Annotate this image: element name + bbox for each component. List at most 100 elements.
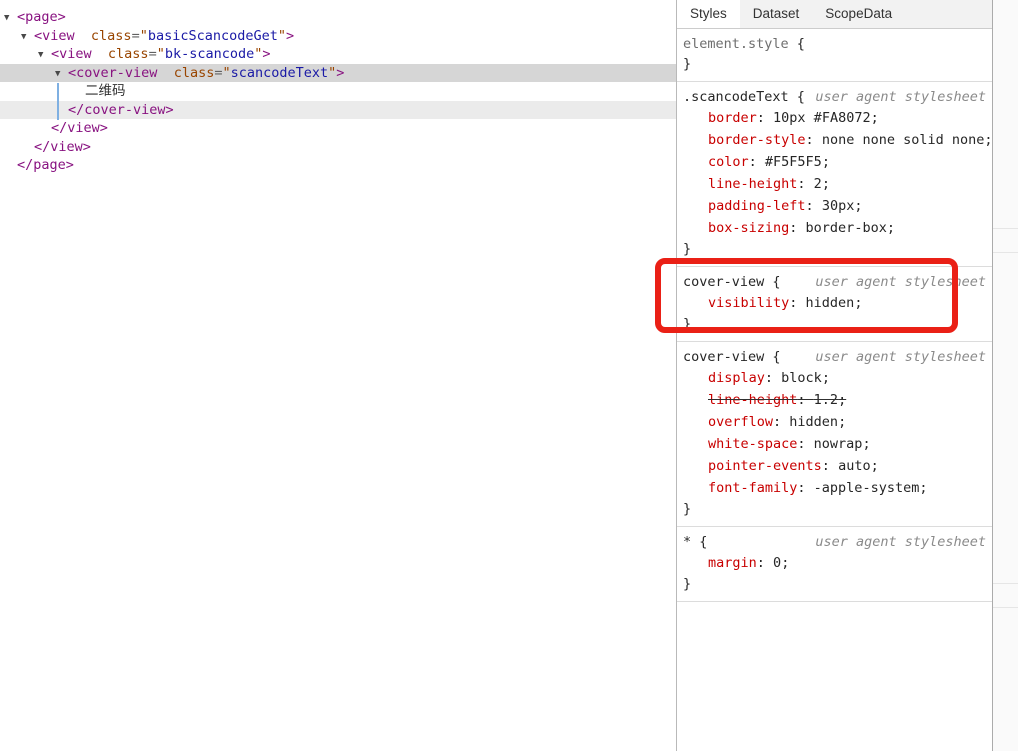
scrollbar[interactable] [992,0,1018,751]
rule-header: user agent stylesheet cover-view { [683,349,986,365]
dom-tree-row[interactable]: 二维码 [0,82,676,101]
quote: " [139,27,148,44]
quote: " [277,27,287,44]
css-declaration[interactable]: color: #F5F5F5; [683,151,986,173]
property-name: line-height [708,176,798,192]
tag-open-bracket: < [51,46,60,62]
closing-tag: </view> [34,138,91,155]
css-declaration[interactable]: white-space: nowrap; [683,433,986,455]
devtools-root: ▼ <page> ▼ <view class="basicScancodeGet"> ▼… [0,0,1018,751]
tag-name: page [25,9,58,25]
property-value: -apple-system [813,480,920,496]
dom-tree-row[interactable]: </view> [0,119,676,138]
style-rule: user agent stylesheet cover-view {display… [677,342,992,527]
styles-panel: Styles Dataset ScopeData element.style {} u… [677,0,992,751]
css-declaration[interactable]: border: 10px #FA8072; [683,107,986,129]
rule-selector[interactable]: cover-view [683,349,764,365]
expand-arrow-icon[interactable]: ▼ [55,65,68,84]
rule-header: user agent stylesheet .scancodeText { [683,89,986,105]
tag-close-bracket: > [262,46,271,62]
tag-open-bracket: < [34,27,43,44]
tag-open-bracket: < [17,9,26,25]
child-guide-line [57,83,59,120]
tag-name: view [42,27,75,44]
property-name: box-sizing [708,220,790,236]
css-declaration[interactable]: line-height: 2; [683,173,986,195]
quote: " [156,46,165,62]
css-declaration[interactable]: visibility: hidden; [683,292,986,314]
css-declaration[interactable]: pointer-events: auto; [683,455,986,477]
quote: " [222,64,231,81]
rule-selector[interactable]: * [683,534,691,550]
styles-tabbar: Styles Dataset ScopeData [677,0,992,29]
css-declaration[interactable]: padding-left: 30px; [683,195,986,217]
closing-brace: } [683,241,692,257]
property-name: pointer-events [708,458,822,474]
css-declaration[interactable]: margin: 0; [683,552,986,574]
tag-open-bracket: < [68,64,77,81]
property-value: hidden [805,295,855,311]
attribute-value: scancodeText [230,64,329,81]
css-declaration[interactable]: border-style: none none solid none; [683,129,992,151]
css-declaration[interactable]: display: block; [683,367,986,389]
dom-tree-row[interactable]: </cover-view> [0,100,676,119]
closing-brace: } [683,576,692,592]
expand-arrow-icon[interactable]: ▼ [21,28,34,47]
stylesheet-origin: user agent stylesheet [815,534,986,550]
property-name: padding-left [708,198,806,214]
expand-arrow-icon[interactable]: ▼ [38,46,51,65]
property-name: margin [708,555,757,571]
stylesheet-origin: user agent stylesheet [815,274,986,290]
dom-tree-row[interactable]: ▼ <cover-view class="scancodeText"> [0,63,676,84]
property-name: font-family [708,480,798,496]
closing-brace: } [683,501,692,517]
attribute-name: class [107,46,149,62]
dom-tree-row[interactable]: ▼ <page> [0,8,676,27]
tab-dataset[interactable]: Dataset [740,0,813,28]
css-declaration[interactable]: line-height: 1.2; [683,389,986,411]
rule-selector[interactable]: element.style [683,36,789,52]
elements-panel: ▼ <page> ▼ <view class="basicScancodeGet"> ▼… [0,0,677,751]
property-value: 10px #FA8072 [773,110,871,126]
property-value: 30px [821,198,855,214]
stylesheet-origin: user agent stylesheet [815,349,986,365]
property-value: auto [838,458,871,474]
style-rule: user agent stylesheet .scancodeText {bord… [677,82,992,267]
property-value: 2 [813,176,822,192]
dom-tree-row[interactable]: ▼ <view class="bk-scancode"> [0,45,676,64]
closing-tag: </cover-view> [68,101,174,118]
property-name: border-style [708,132,806,148]
tag-close-bracket: > [57,9,66,25]
rule-selector[interactable]: .scancodeText [683,89,789,105]
attribute-value: basicScancodeGet [147,27,278,44]
scrollbar-mark [993,607,1018,608]
css-declaration[interactable]: box-sizing: border-box; [683,217,986,239]
property-value: 0 [773,555,782,571]
stylesheet-origin: user agent stylesheet [815,89,986,105]
property-value: block [781,370,822,386]
property-name: overflow [708,414,774,430]
property-value: hidden [789,414,839,430]
attribute-value: bk-scancode [164,46,255,62]
tab-styles[interactable]: Styles [677,0,740,28]
scrollbar-mark [993,252,1018,253]
scrollbar-mark [993,228,1018,229]
rule-selector[interactable]: cover-view [683,274,764,290]
tag-close-bracket: > [336,64,345,81]
css-declaration[interactable]: overflow: hidden; [683,411,986,433]
property-value: none none solid none [821,132,985,148]
dom-tree-row[interactable]: </page> [0,156,676,175]
property-value: border-box [805,220,887,236]
expand-arrow-icon[interactable]: ▼ [4,9,17,28]
tag-name: cover-view [76,64,158,81]
tag-name: view [59,46,92,62]
property-name: border [708,110,757,126]
dom-tree-row[interactable]: ▼ <view class="basicScancodeGet"> [0,27,676,46]
css-declaration[interactable]: font-family: -apple-system; [683,477,986,499]
style-rule: user agent stylesheet cover-view {visibil… [677,267,992,342]
closing-brace: } [683,56,692,72]
dom-tree-row[interactable]: </view> [0,138,676,157]
property-name: visibility [708,295,790,311]
tab-scopedata[interactable]: ScopeData [812,0,905,28]
style-rule: user agent stylesheet * {margin: 0;} [677,527,992,602]
